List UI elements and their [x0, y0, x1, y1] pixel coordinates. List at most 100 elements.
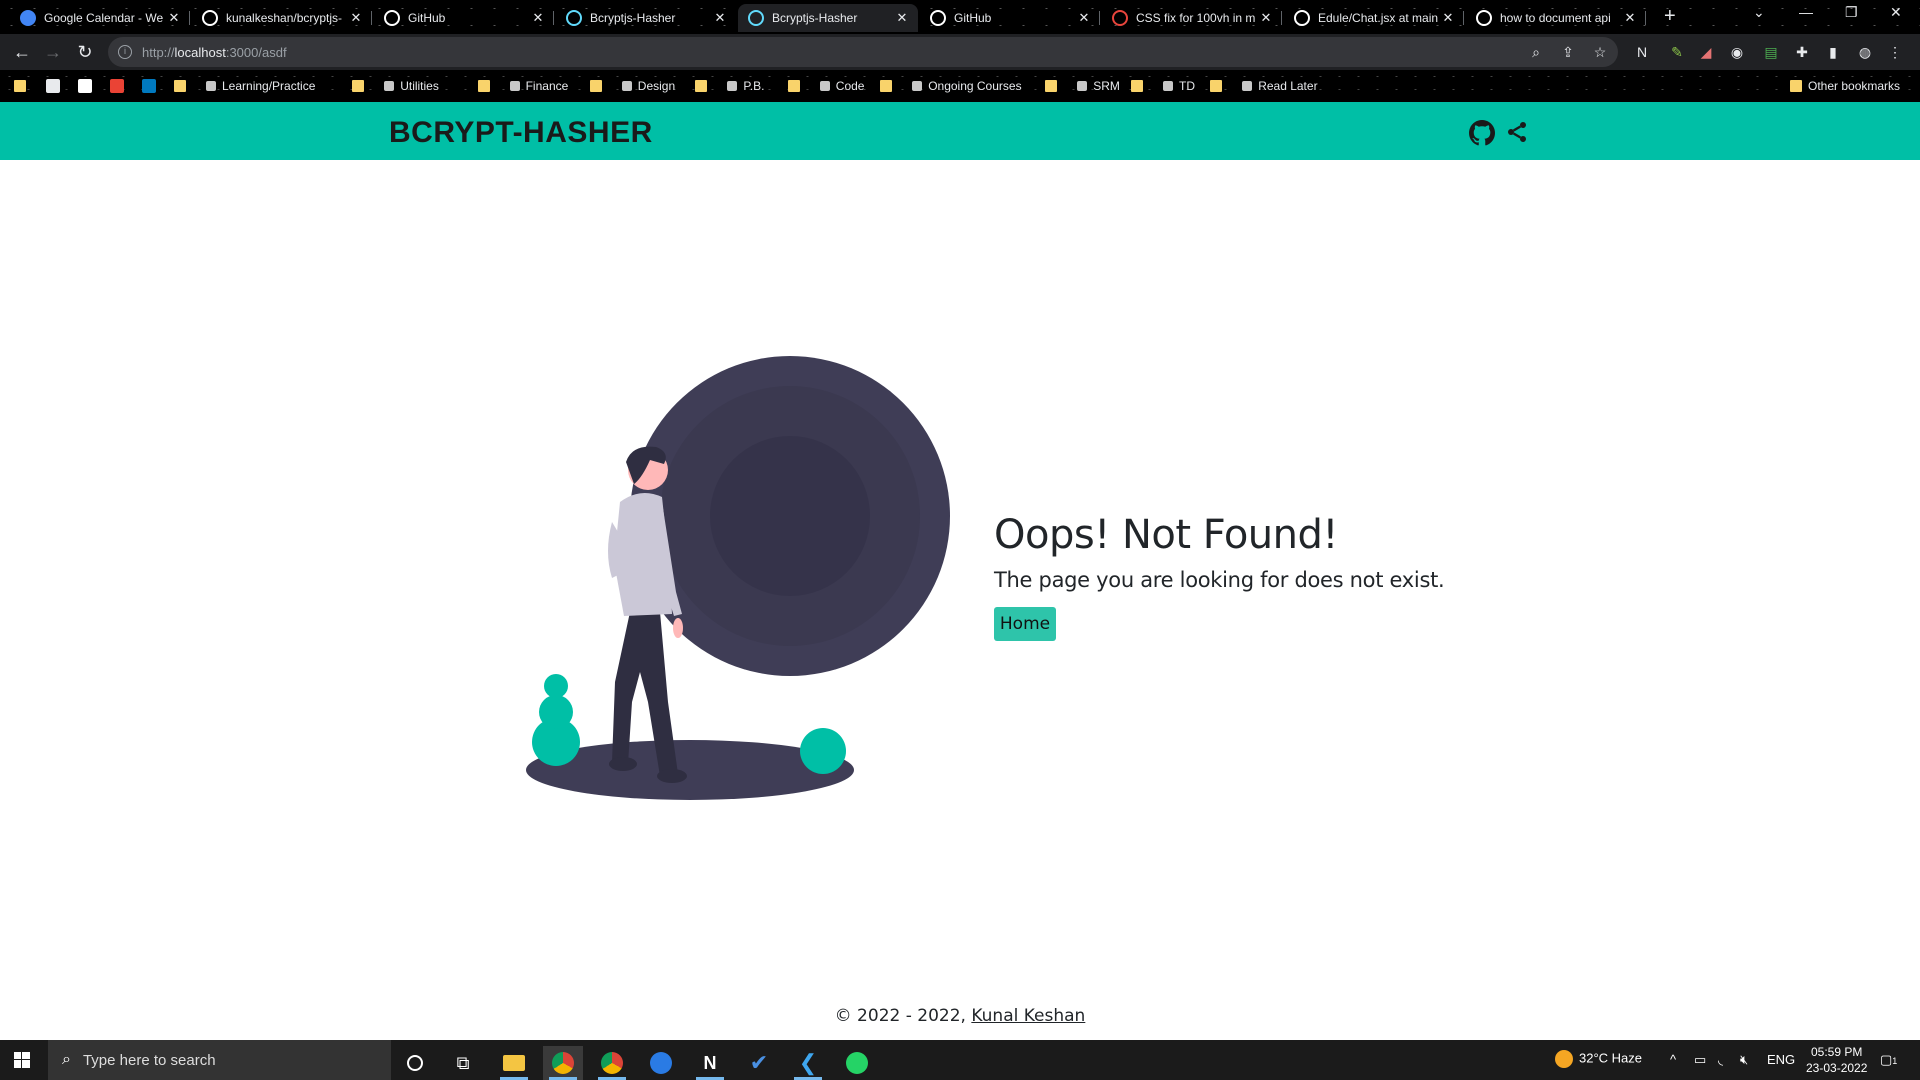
- tab-title: Bcryptjs-Hasher: [772, 11, 858, 25]
- close-tab-icon[interactable]: ✕: [712, 10, 728, 26]
- tab-search-icon[interactable]: ⌄: [1753, 4, 1765, 21]
- minimize-icon[interactable]: —: [1799, 4, 1813, 20]
- cortana-icon[interactable]: [395, 1046, 435, 1080]
- share-page-icon[interactable]: ⇪: [1560, 44, 1576, 60]
- firefox-icon[interactable]: [641, 1046, 681, 1080]
- browser-tab[interactable]: how to document api ✕: [1466, 4, 1646, 32]
- extensions-puzzle-icon[interactable]: ✚: [1793, 43, 1811, 61]
- whatsapp-icon[interactable]: [837, 1046, 877, 1080]
- other-bookmarks[interactable]: Other bookmarks: [1790, 78, 1900, 94]
- bookmark-label: Finance: [525, 79, 569, 93]
- extension-icon[interactable]: ▤: [1762, 43, 1780, 61]
- close-tab-icon[interactable]: ✕: [166, 10, 182, 26]
- bookmark-folder[interactable]: [14, 78, 32, 94]
- browser-tab[interactable]: kunalkeshan/bcryptjs- ✕: [192, 4, 372, 32]
- side-panel-icon[interactable]: ▮: [1824, 43, 1842, 61]
- bookmark-folder[interactable]: [477, 78, 496, 94]
- weather-widget[interactable]: 32°C Haze: [1555, 1050, 1642, 1068]
- bookmark-star-icon[interactable]: ☆: [1592, 44, 1608, 60]
- taskbar-search-box[interactable]: ⌕ Type here to search: [48, 1040, 391, 1080]
- browser-tab[interactable]: Bcryptjs-Hasher ✕: [556, 4, 736, 32]
- browser-tab[interactable]: CSS fix for 100vh in m ✕: [1102, 4, 1282, 32]
- windows-start-icon[interactable]: [8, 1050, 36, 1072]
- bookmark-item[interactable]: Ongoing Courses: [912, 78, 1022, 94]
- eye-extension-icon[interactable]: ◉: [1728, 43, 1746, 61]
- github-icon[interactable]: [1469, 120, 1495, 146]
- bookmark-folder[interactable]: [787, 78, 806, 94]
- url-text[interactable]: http://localhost:3000/asdf: [142, 45, 287, 60]
- bookmark-calendar[interactable]: [110, 78, 130, 94]
- extension-icon[interactable]: ◢: [1697, 43, 1715, 61]
- close-tab-icon[interactable]: ✕: [530, 10, 546, 26]
- home-button[interactable]: Home: [994, 607, 1056, 641]
- bookmark-folder[interactable]: [589, 78, 608, 94]
- close-tab-icon[interactable]: ✕: [1440, 10, 1456, 26]
- meet-now-icon[interactable]: ▭: [1694, 1052, 1706, 1068]
- bookmark-item[interactable]: Utilities: [384, 78, 439, 94]
- close-tab-icon[interactable]: ✕: [1258, 10, 1274, 26]
- tab-title: kunalkeshan/bcryptjs-: [226, 11, 343, 25]
- bookmark-item[interactable]: Read Later: [1242, 78, 1318, 94]
- bookmark-folder[interactable]: [1045, 78, 1063, 94]
- bookmark-item[interactable]: Design: [621, 78, 675, 94]
- forward-arrow-icon[interactable]: →: [41, 40, 65, 64]
- browser-tab[interactable]: Edule/Chat.jsx at main ✕: [1284, 4, 1464, 32]
- profile-avatar-icon[interactable]: ◍: [1856, 43, 1874, 61]
- address-bar[interactable]: i http://localhost:3000/asdf ⌕ ⇪ ☆: [108, 37, 1618, 67]
- bookmark-folder[interactable]: [1210, 78, 1228, 94]
- reload-icon[interactable]: ↻: [73, 40, 97, 64]
- browser-tab[interactable]: Google Calendar - We ✕: [10, 4, 190, 32]
- bookmark-folder[interactable]: [352, 78, 370, 94]
- language-indicator[interactable]: ENG: [1767, 1052, 1795, 1067]
- close-tab-icon[interactable]: ✕: [894, 10, 910, 26]
- browser-tab[interactable]: GitHub ✕: [374, 4, 554, 32]
- bookmark-folder[interactable]: [1131, 78, 1149, 94]
- notion-extension-icon[interactable]: N: [1633, 43, 1651, 61]
- task-view-icon[interactable]: ⧉: [443, 1046, 483, 1080]
- restore-icon[interactable]: ❐: [1845, 4, 1858, 21]
- close-tab-icon[interactable]: ✕: [348, 10, 364, 26]
- new-tab-button[interactable]: +: [1664, 6, 1676, 26]
- bookmark-mail[interactable]: [46, 78, 66, 94]
- volume-muted-icon[interactable]: 🔇︎: [1740, 1052, 1748, 1068]
- github-icon: [78, 79, 92, 93]
- windows-taskbar: ⌕ Type here to search ⧉ N ✔ ❮ 32°C Haze …: [0, 1040, 1920, 1080]
- notion-icon[interactable]: N: [690, 1046, 730, 1080]
- bookmark-folder[interactable]: [174, 78, 192, 94]
- notifications-icon[interactable]: ▢1: [1880, 1052, 1897, 1068]
- bookmark-folder[interactable]: [695, 78, 713, 94]
- bookmark-github[interactable]: [78, 78, 98, 94]
- not-found-message: The page you are looking for does not ex…: [994, 568, 1445, 592]
- bookmark-item[interactable]: SRM: [1077, 78, 1120, 94]
- share-icon[interactable]: [1505, 120, 1529, 144]
- back-arrow-icon[interactable]: ←: [10, 40, 34, 64]
- zoom-icon[interactable]: ⌕: [1528, 44, 1544, 60]
- extension-icon[interactable]: ✎: [1668, 43, 1686, 61]
- bookmark-item[interactable]: Code: [819, 78, 864, 94]
- folder-icon: [1210, 80, 1223, 92]
- tray-chevron-icon[interactable]: ^: [1670, 1052, 1676, 1067]
- close-window-icon[interactable]: ✕: [1890, 4, 1902, 21]
- clock[interactable]: 05:59 PM 23-03-2022: [1806, 1044, 1867, 1076]
- bookmark-folder[interactable]: [880, 78, 898, 94]
- todo-icon[interactable]: ✔: [739, 1046, 779, 1080]
- bookmark-item[interactable]: P.B.: [727, 78, 765, 94]
- close-tab-icon[interactable]: ✕: [1622, 10, 1638, 26]
- brand-title[interactable]: BCRYPT-HASHER: [389, 116, 653, 150]
- tab-title: CSS fix for 100vh in m: [1136, 11, 1256, 25]
- bookmark-item[interactable]: Finance: [509, 78, 569, 94]
- author-link[interactable]: Kunal Keshan: [971, 1006, 1085, 1026]
- network-icon[interactable]: ◟: [1718, 1052, 1723, 1068]
- site-info-icon[interactable]: i: [118, 45, 132, 59]
- close-tab-icon[interactable]: ✕: [1076, 10, 1092, 26]
- bookmark-item[interactable]: TD: [1163, 78, 1195, 94]
- bookmark-item[interactable]: Learning/Practice: [206, 78, 315, 94]
- bookmark-trello[interactable]: [142, 78, 162, 94]
- chrome-icon[interactable]: [543, 1046, 583, 1080]
- browser-tab[interactable]: Bcryptjs-Hasher ✕: [738, 4, 918, 32]
- file-explorer-icon[interactable]: [494, 1046, 534, 1080]
- browser-tab[interactable]: GitHub ✕: [920, 4, 1100, 32]
- vscode-icon[interactable]: ❮: [788, 1046, 828, 1080]
- chrome-dev-icon[interactable]: [592, 1046, 632, 1080]
- browser-menu-icon[interactable]: ⋮: [1886, 43, 1904, 61]
